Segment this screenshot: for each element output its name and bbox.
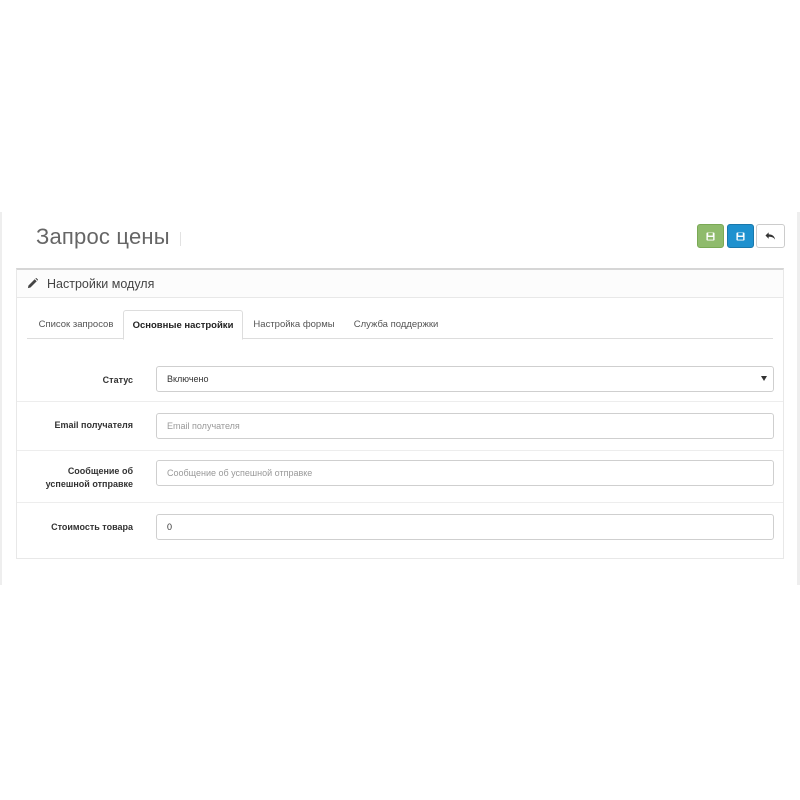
page-title: Запрос цены: [36, 224, 170, 249]
success-message-label-line2: успешной отправке: [45, 479, 133, 489]
tab-support[interactable]: Служба поддержки: [347, 310, 445, 339]
form-row-success-message: Сообщение об успешной отправке: [17, 451, 783, 503]
title-separator: [180, 232, 181, 246]
email-label: Email получателя: [54, 420, 133, 430]
email-field[interactable]: [156, 413, 774, 439]
form-row-email: Email получателя: [17, 402, 783, 451]
tab-main-settings[interactable]: Основные настройки: [123, 310, 243, 340]
price-label: Стоимость товара: [51, 522, 133, 532]
pencil-icon: [27, 278, 38, 289]
caret-down-icon: [761, 376, 767, 381]
form-row-price: Стоимость товара: [17, 503, 783, 551]
form-row-status: Статус Включено: [17, 356, 783, 402]
tab-form-settings[interactable]: Настройка формы: [249, 310, 339, 339]
reply-arrow-icon: [765, 232, 776, 240]
success-message-field[interactable]: [156, 460, 774, 486]
floppy-disk-icon: [706, 231, 715, 241]
status-value: Включено: [167, 374, 209, 384]
settings-panel: Настройки модуля Список запросов Основны…: [16, 268, 784, 559]
back-button[interactable]: [756, 224, 785, 248]
save-button[interactable]: [727, 224, 754, 248]
status-label: Статус: [102, 375, 133, 385]
tab-bar: Список запросов Основные настройки Настр…: [27, 310, 773, 340]
success-message-label: Сообщение об успешной отправке: [46, 465, 133, 491]
panel-heading: Настройки модуля: [17, 270, 783, 298]
tab-request-list[interactable]: Список запросов: [29, 310, 123, 339]
floppy-disk-icon: [736, 231, 745, 241]
success-message-label-line1: Сообщение об: [67, 466, 133, 476]
status-select[interactable]: Включено: [156, 366, 774, 392]
panel-title: Настройки модуля: [47, 277, 155, 291]
price-field[interactable]: [156, 514, 774, 540]
save-and-stay-button[interactable]: [697, 224, 724, 248]
